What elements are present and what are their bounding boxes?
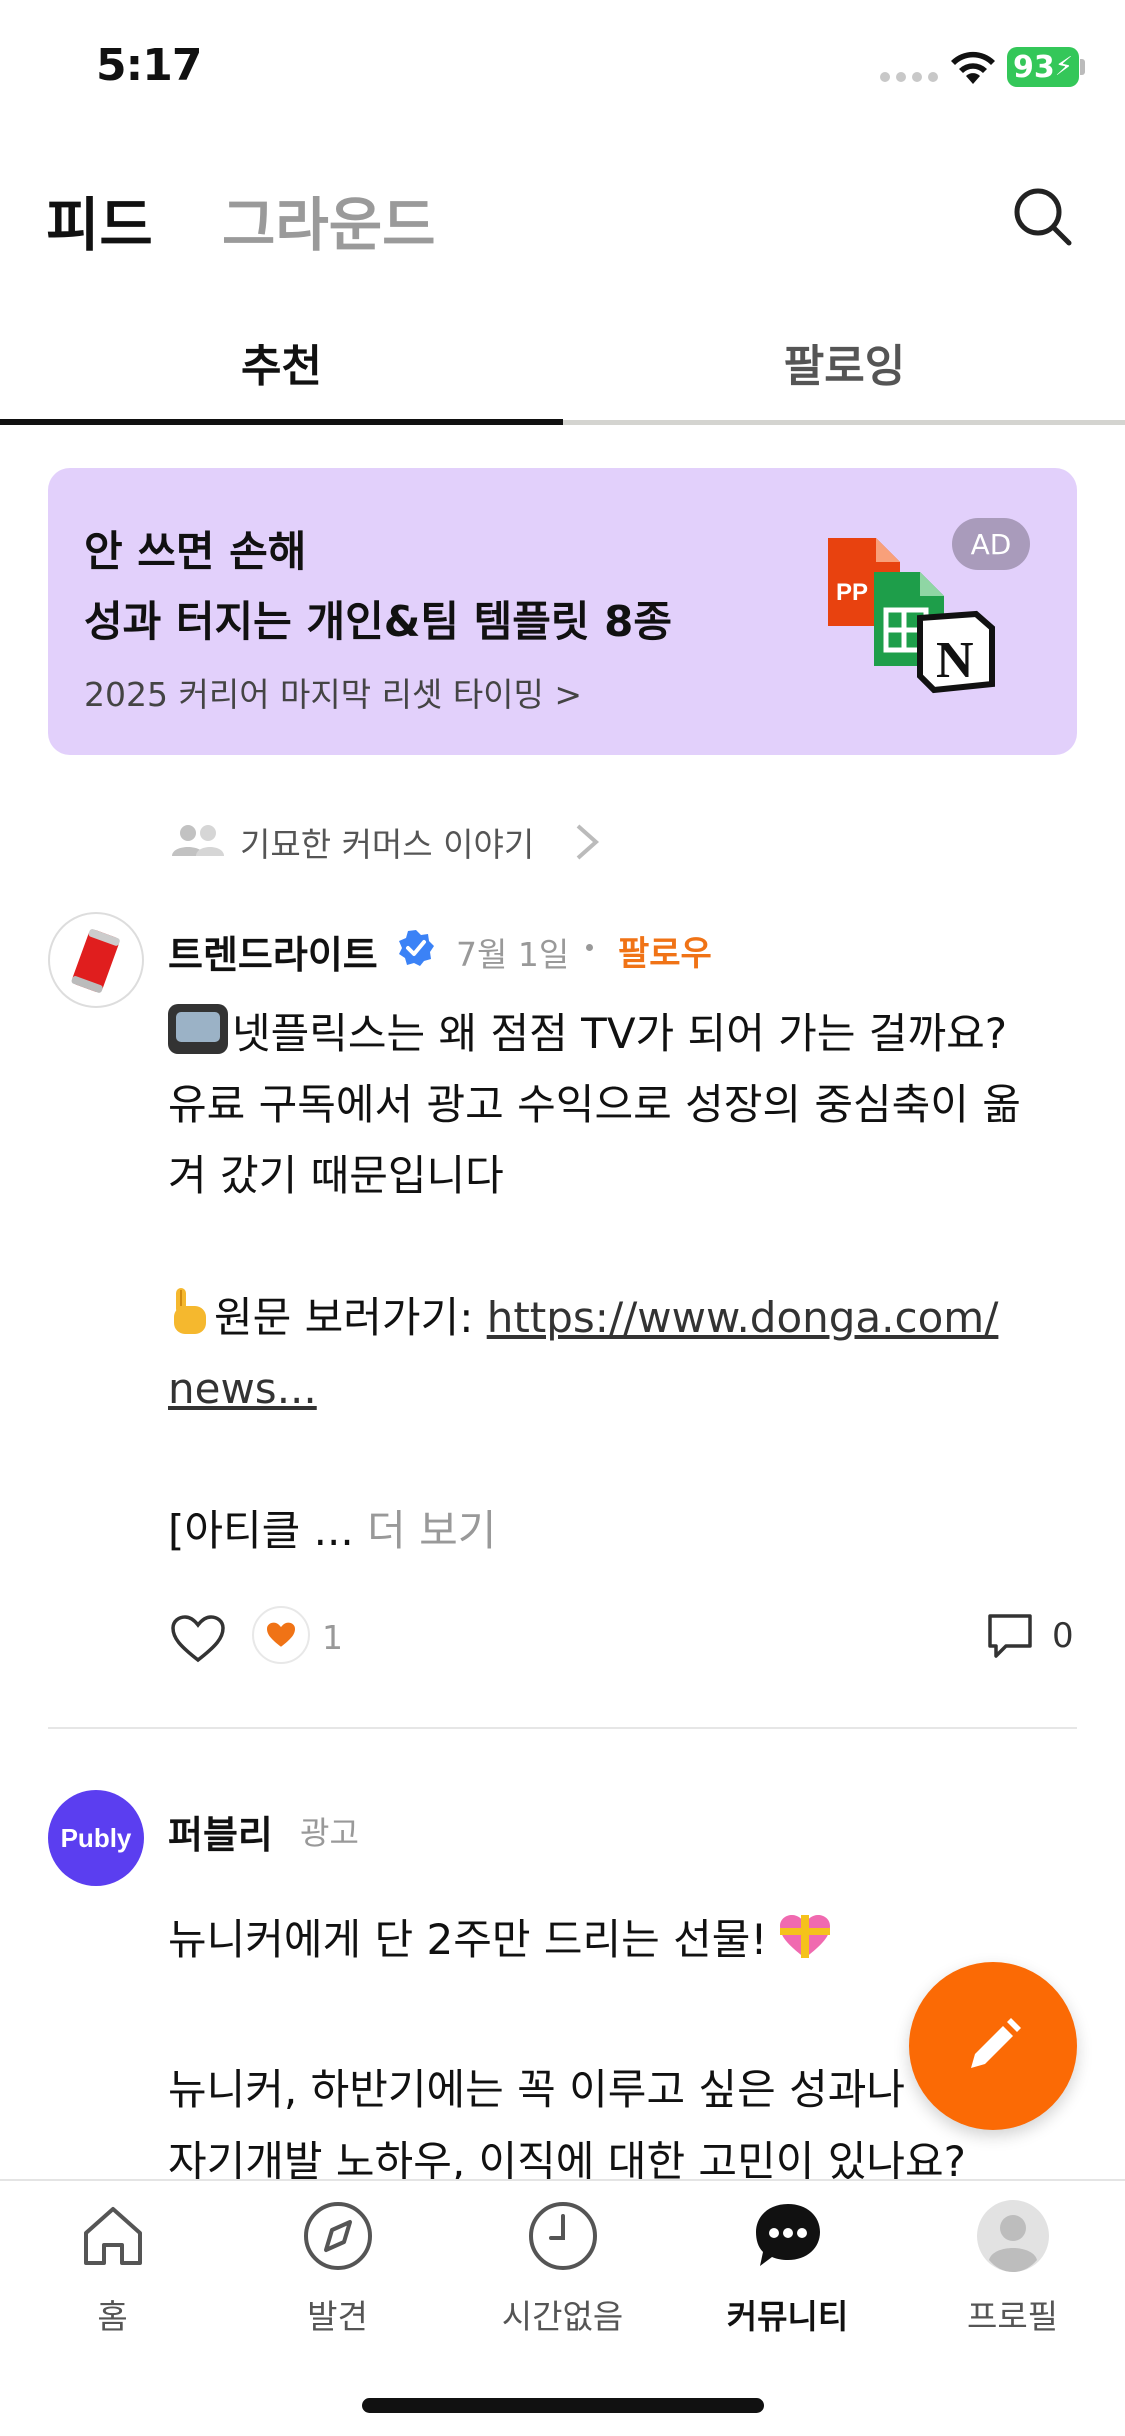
post-text-line: 넷플릭스는 왜 점점 TV가 되어 가는 걸까요? — [232, 1009, 1008, 1058]
nav-label: 발견 — [307, 2297, 368, 2336]
tab-recommended[interactable]: 추천 — [0, 330, 563, 394]
truncated-text: [아티클 ... — [168, 1506, 354, 1555]
community-name[interactable]: 기묘한 커머스 이야기 — [240, 818, 534, 866]
post-author-name[interactable]: 퍼블리 — [168, 1804, 273, 1859]
pointing-hand-icon — [174, 1288, 206, 1334]
profile-avatar-icon — [976, 2200, 1049, 2272]
nav-label: 프로필 — [966, 2297, 1059, 2336]
post-date: 7월 1일 — [456, 935, 570, 974]
chat-bubble-icon — [755, 2204, 820, 2266]
nav-no-time[interactable]: 시간없음 — [450, 2196, 675, 2338]
sponsored-label: 광고 — [300, 1814, 359, 1852]
post-text-line: 겨 갔기 때문입니다 — [168, 1151, 504, 1200]
post-text-line: 뉴니커, 하반기에는 꼭 이루고 싶은 성과나 — [168, 2065, 905, 2114]
compass-icon — [303, 2202, 372, 2270]
read-more-link[interactable]: 더 보기 — [367, 1506, 496, 1555]
post-divider — [48, 1727, 1077, 1729]
post-text: 뉴니커에게 단 2주만 드리는 선물! — [168, 1915, 768, 1964]
ad-banner-cta[interactable]: 2025 커리어 마지막 리셋 타이밍 > — [84, 668, 582, 716]
orange-heart-icon — [267, 1622, 295, 1647]
search-icon[interactable] — [1012, 186, 1074, 248]
cellular-signal-icon — [880, 72, 938, 82]
article-link[interactable]: https://www.donga.com/ — [487, 1293, 999, 1342]
battery-nub — [1080, 59, 1085, 75]
separator-dot — [586, 944, 593, 951]
tab-underline-inactive — [563, 420, 1125, 425]
avatar[interactable] — [48, 912, 144, 1008]
home-icon — [83, 2207, 142, 2265]
status-time: 5:17 — [96, 40, 202, 91]
ppt-icon-label: PP — [836, 579, 868, 606]
tab-underline-active — [0, 419, 563, 425]
nav-discover[interactable]: 발견 — [225, 2196, 450, 2338]
comment-count: 0 — [1052, 1616, 1074, 1656]
link-prefix: 원문 보러가기: — [214, 1293, 487, 1342]
wifi-icon — [951, 51, 995, 84]
tab-following[interactable]: 팔로잉 — [563, 330, 1125, 394]
heart-ribbon-emoji-icon — [780, 1915, 831, 1958]
comment-icon[interactable] — [986, 1612, 1034, 1662]
tv-emoji-icon — [168, 1004, 228, 1054]
post-text-line: 뉴니커에게 단 2주만 드리는 선물! — [168, 1906, 833, 1967]
follow-button[interactable]: 팔로우 — [618, 926, 712, 975]
community-members-icon — [172, 825, 224, 856]
pencil-icon — [971, 2018, 1021, 2068]
post-body[interactable]: 넷플릭스는 왜 점점 TV가 되어 가는 걸까요? 유료 구독에서 광고 수익으… — [168, 998, 1078, 1566]
battery-indicator: 93 ⚡ — [1007, 47, 1079, 87]
clock-icon — [528, 2202, 597, 2270]
ad-banner-headline: 안 쓰면 손해 — [84, 527, 307, 576]
header-ground-link[interactable]: 그라운드 — [222, 178, 435, 262]
header-feed-title[interactable]: 피드 — [46, 178, 153, 262]
reaction-count: 1 — [322, 1618, 343, 1657]
nav-label: 커뮤니티 — [726, 2297, 849, 2336]
svg-text:N: N — [936, 632, 974, 689]
verified-badge-icon — [399, 930, 434, 966]
nav-profile[interactable]: 프로필 — [900, 2196, 1125, 2338]
avatar[interactable]: Publy — [48, 1790, 144, 1886]
post-author-name[interactable]: 트렌드라이트 — [168, 924, 378, 979]
compose-button[interactable] — [909, 1962, 1077, 2130]
battery-level: 93 — [1013, 49, 1055, 85]
like-heart-icon[interactable] — [170, 1614, 226, 1664]
post-text-line: 유료 구독에서 광고 수익으로 성장의 중심축이 옮 — [168, 1080, 1021, 1129]
nav-label: 시간없음 — [501, 2297, 624, 2336]
soda-can-icon — [71, 929, 120, 993]
template-apps-icon: PP N — [828, 538, 995, 694]
nav-label: 홈 — [97, 2297, 128, 2336]
nav-community[interactable]: 커뮤니티 — [675, 2196, 900, 2338]
home-indicator[interactable] — [362, 2398, 764, 2413]
chevron-right-icon[interactable] — [572, 822, 602, 862]
nav-home[interactable]: 홈 — [0, 2196, 225, 2338]
ad-banner-subheadline: 성과 터지는 개인&팀 템플릿 8종 — [84, 597, 673, 646]
article-link-continued[interactable]: news... — [168, 1364, 317, 1413]
reaction-summary[interactable] — [252, 1606, 310, 1664]
